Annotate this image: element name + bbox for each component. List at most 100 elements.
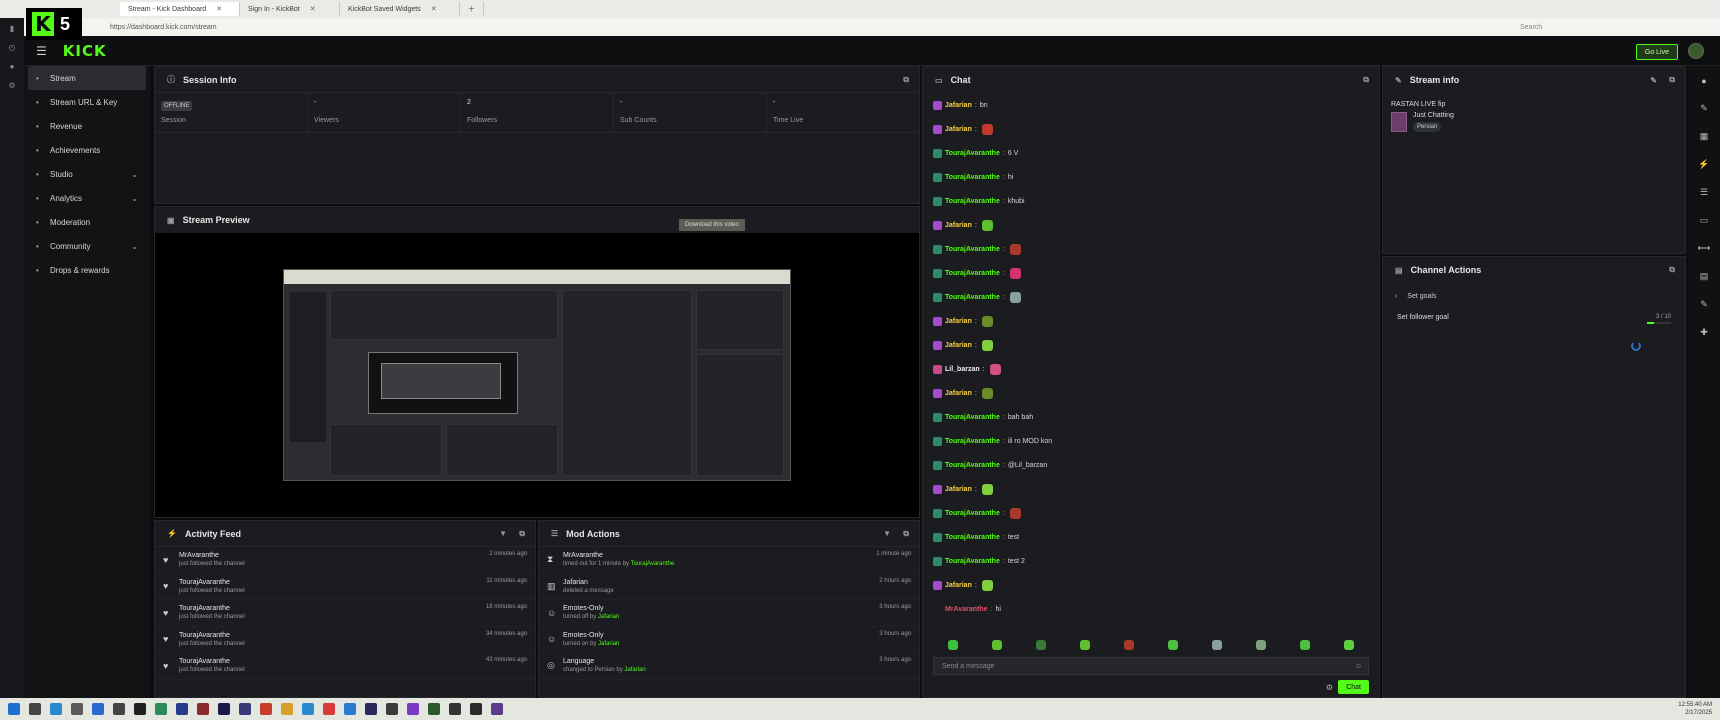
taskbar-app-icon[interactable]	[218, 703, 230, 715]
popout-icon[interactable]: ⧉	[1669, 75, 1675, 85]
avatar[interactable]	[1688, 43, 1704, 59]
taskbar-app-icon[interactable]	[50, 703, 62, 715]
extension-icon[interactable]: ●	[10, 62, 15, 71]
chat-username[interactable]: Jafarian	[945, 222, 972, 229]
taskbar-app-icon[interactable]	[260, 703, 272, 715]
popout-icon[interactable]: ⧉	[903, 75, 909, 85]
emote-picker-icon[interactable]	[948, 640, 958, 650]
mod-action-actor[interactable]: Jafarian	[598, 641, 619, 647]
settings-icon[interactable]: ⚙	[8, 81, 15, 90]
kick-logo[interactable]: KICK	[63, 42, 107, 60]
code-icon[interactable]: ⟷	[1698, 243, 1711, 254]
sidebar-item-community[interactable]: • Community ⌄	[28, 234, 146, 258]
close-icon[interactable]: ✕	[310, 5, 316, 13]
close-icon[interactable]: ✕	[431, 5, 437, 13]
taskbar-app-icon[interactable]	[281, 703, 293, 715]
wrench-icon[interactable]: ✎	[1700, 299, 1708, 310]
filter-icon[interactable]: ▼	[883, 529, 891, 538]
menu-icon[interactable]: ☰	[36, 44, 47, 58]
sidebar-item-moderation[interactable]: • Moderation	[28, 210, 146, 234]
chat-icon[interactable]: ▭	[1700, 215, 1709, 226]
chat-username[interactable]: Jafarian	[945, 582, 972, 589]
chat-username[interactable]: Jafarian	[945, 318, 972, 325]
chat-username[interactable]: MrAvaranthe	[945, 606, 988, 613]
taskbar-app-icon[interactable]	[134, 703, 146, 715]
sidebar-toggle-icon[interactable]: ▮	[10, 24, 14, 33]
chat-username[interactable]: TourajAvaranthe	[945, 294, 1000, 301]
taskbar-app-icon[interactable]	[113, 703, 125, 715]
emote-picker-icon[interactable]	[1256, 640, 1266, 650]
chat-username[interactable]: TourajAvaranthe	[945, 438, 1000, 445]
list-icon[interactable]: ☰	[1700, 187, 1708, 198]
download-video-button[interactable]: Download this video	[679, 219, 745, 231]
emote-picker-icon[interactable]	[1212, 640, 1222, 650]
follower-goal-row[interactable]: Set follower goal 3 / 10	[1397, 314, 1685, 324]
chat-username[interactable]: TourajAvaranthe	[945, 534, 1000, 541]
taskbar-app-icon[interactable]	[155, 703, 167, 715]
chat-username[interactable]: TourajAvaranthe	[945, 174, 1000, 181]
taskbar-app-icon[interactable]	[71, 703, 83, 715]
sidebar-item-stream-url-key[interactable]: • Stream URL & Key	[28, 90, 146, 114]
sidebar-item-revenue[interactable]: • Revenue	[28, 114, 146, 138]
taskbar-app-icon[interactable]	[344, 703, 356, 715]
set-goals-back[interactable]: ‹ Set goals	[1395, 293, 1685, 300]
taskbar-app-icon[interactable]	[386, 703, 398, 715]
chat-username[interactable]: Jafarian	[945, 390, 972, 397]
taskbar-app-icon[interactable]	[29, 703, 41, 715]
taskbar-app-icon[interactable]	[239, 703, 251, 715]
video-player[interactable]	[155, 233, 919, 517]
emote-picker-icon[interactable]	[992, 640, 1002, 650]
taskbar-app-icon[interactable]	[491, 703, 503, 715]
chat-username[interactable]: Jafarian	[945, 486, 972, 493]
emote-picker-icon[interactable]	[1080, 640, 1090, 650]
browser-tab-dashboard[interactable]: Stream - Kick Dashboard ✕	[120, 2, 240, 16]
taskbar-app-icon[interactable]	[407, 703, 419, 715]
go-live-button[interactable]: Go Live	[1635, 44, 1678, 60]
chat-send-button[interactable]: Chat	[1338, 680, 1369, 694]
plus-icon[interactable]: ✚	[1700, 327, 1708, 338]
pencil-icon[interactable]: ✎	[1700, 103, 1708, 114]
taskbar-app-icon[interactable]	[176, 703, 188, 715]
taskbar-app-icon[interactable]	[197, 703, 209, 715]
chat-username[interactable]: Jafarian	[945, 102, 972, 109]
popout-icon[interactable]: ⧉	[1363, 75, 1369, 85]
close-icon[interactable]: ✕	[216, 5, 222, 13]
chat-username[interactable]: TourajAvaranthe	[945, 510, 1000, 517]
mod-action-actor[interactable]: Jafarian	[624, 667, 645, 673]
emote-picker-icon[interactable]	[1344, 640, 1354, 650]
emote-picker-icon[interactable]	[1124, 640, 1134, 650]
taskbar-app-icon[interactable]	[8, 703, 20, 715]
info-icon[interactable]: ●	[1701, 76, 1706, 86]
layout-icon[interactable]: ▤	[1700, 271, 1709, 282]
chat-username[interactable]: TourajAvaranthe	[945, 414, 1000, 421]
chat-username[interactable]: TourajAvaranthe	[945, 198, 1000, 205]
taskbar-app-icon[interactable]	[365, 703, 377, 715]
popout-icon[interactable]: ⧉	[1669, 265, 1675, 275]
taskbar-app-icon[interactable]	[323, 703, 335, 715]
chat-username[interactable]: TourajAvaranthe	[945, 150, 1000, 157]
sidebar-item-achievements[interactable]: • Achievements	[28, 138, 146, 162]
sidebar-item-stream[interactable]: • Stream	[28, 66, 146, 90]
chat-username[interactable]: Jafarian	[945, 342, 972, 349]
browser-tab-signin[interactable]: Sign In - KickBot ✕	[240, 2, 340, 16]
new-tab-button[interactable]: ＋	[460, 2, 484, 16]
chat-username[interactable]: TourajAvaranthe	[945, 246, 1000, 253]
bolt-icon[interactable]: ⚡	[1698, 159, 1709, 170]
sidebar-item-studio[interactable]: • Studio ⌄	[28, 162, 146, 186]
emote-picker-icon[interactable]	[1300, 640, 1310, 650]
chat-username[interactable]: Lil_barzan	[945, 366, 980, 373]
edit-icon[interactable]: ✎	[1650, 76, 1657, 85]
emoji-icon[interactable]: ☺	[1355, 663, 1362, 670]
chat-input[interactable]: Send a message ☺	[933, 657, 1369, 675]
taskbar-app-icon[interactable]	[449, 703, 461, 715]
sidebar-item-analytics[interactable]: • Analytics ⌄	[28, 186, 146, 210]
popout-icon[interactable]: ⧉	[519, 529, 525, 539]
emote-picker-icon[interactable]	[1168, 640, 1178, 650]
taskbar-app-icon[interactable]	[428, 703, 440, 715]
chat-username[interactable]: Jafarian	[945, 126, 972, 133]
url-field[interactable]: https://dashboard.kick.com/stream	[110, 24, 1520, 31]
sidebar-item-drops-rewards[interactable]: • Drops & rewards	[28, 258, 146, 282]
chat-username[interactable]: TourajAvaranthe	[945, 462, 1000, 469]
chat-username[interactable]: TourajAvaranthe	[945, 270, 1000, 277]
browser-tab-widgets[interactable]: KickBot Saved Widgets ✕	[340, 2, 460, 16]
